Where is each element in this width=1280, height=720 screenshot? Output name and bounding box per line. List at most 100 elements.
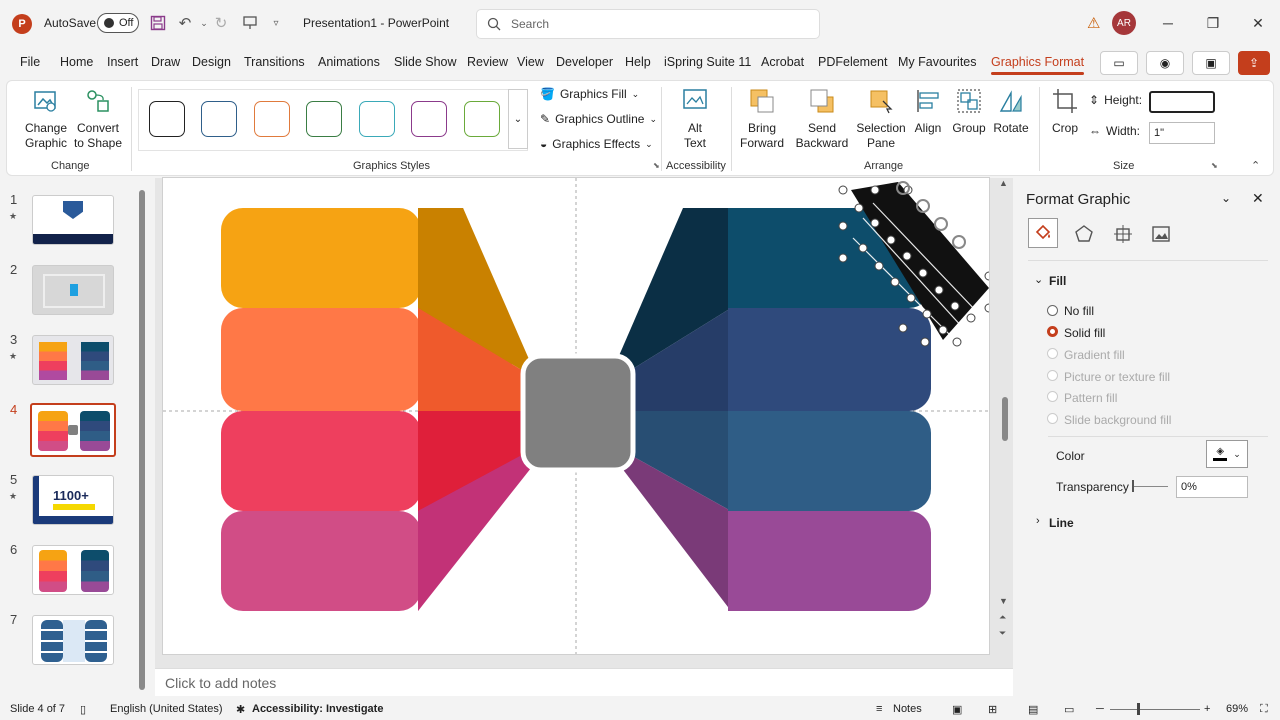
tab-slide-show[interactable]: Slide Show xyxy=(394,55,457,69)
spellcheck-icon[interactable]: ▯ xyxy=(80,703,86,716)
tab-animations[interactable]: Animations xyxy=(318,55,380,69)
slide-thumbnail-6[interactable] xyxy=(32,545,114,595)
canvas-scrollbar[interactable] xyxy=(1002,397,1008,441)
style-swatch[interactable] xyxy=(201,101,237,137)
tab-developer[interactable]: Developer xyxy=(556,55,613,69)
tab-insert[interactable]: Insert xyxy=(107,55,138,69)
style-swatch[interactable] xyxy=(254,101,290,137)
bring-forward-button[interactable]: Bring Forward xyxy=(735,87,789,151)
tab-draw[interactable]: Draw xyxy=(151,55,180,69)
collapse-ribbon-icon[interactable]: ⌃ xyxy=(1251,159,1260,172)
left-bar-3[interactable] xyxy=(221,411,421,511)
slide-thumbnail-2[interactable] xyxy=(32,265,114,315)
tab-design[interactable]: Design xyxy=(192,55,231,69)
reading-view-icon[interactable]: ▤ xyxy=(1028,703,1038,716)
selection-pane-button[interactable]: Selection Pane xyxy=(855,87,907,151)
center-square[interactable] xyxy=(520,353,636,473)
notes-pane[interactable]: Click to add notes xyxy=(155,668,1013,696)
restore-icon[interactable]: ❐ xyxy=(1201,13,1225,33)
slide-thumbnail-7[interactable] xyxy=(32,615,114,665)
record-button[interactable]: ◉ xyxy=(1146,51,1184,75)
present-teams-button[interactable]: ▣ xyxy=(1192,51,1230,75)
fit-to-window-icon[interactable]: ⛶ xyxy=(1260,703,1268,716)
transparency-input[interactable]: 0% xyxy=(1176,476,1248,498)
tab-graphics-format[interactable]: Graphics Format xyxy=(991,55,1085,75)
no-fill-label[interactable]: No fill xyxy=(1064,304,1094,318)
zoom-slider-thumb[interactable] xyxy=(1137,703,1140,715)
previous-slide-icon[interactable]: ⏶ xyxy=(999,612,1006,623)
tab-home[interactable]: Home xyxy=(60,55,93,69)
zoom-in-icon[interactable]: + xyxy=(1204,703,1210,715)
scroll-up-icon[interactable]: ▲ xyxy=(999,178,1008,188)
slide-thumbnail-5[interactable]: 1100+ xyxy=(32,475,114,525)
height-input[interactable] xyxy=(1149,91,1215,113)
tab-pdfelement[interactable]: PDFelement xyxy=(818,55,887,69)
minimize-icon[interactable]: ─ xyxy=(1156,13,1180,33)
left-bar-4[interactable] xyxy=(221,511,421,611)
scroll-down-icon[interactable]: ▼ xyxy=(999,596,1008,606)
redo-icon[interactable]: ↻ xyxy=(211,13,231,33)
zoom-out-icon[interactable]: ─ xyxy=(1096,703,1104,715)
group-button[interactable]: Group xyxy=(949,87,989,136)
tab-help[interactable]: Help xyxy=(625,55,651,69)
slide[interactable] xyxy=(163,178,994,654)
color-picker-button[interactable]: ◈ ⌄ xyxy=(1206,440,1248,468)
send-backward-button[interactable]: Send Backward xyxy=(791,87,853,151)
tab-file[interactable]: File xyxy=(20,55,40,69)
notes-button[interactable]: Notes xyxy=(893,703,922,715)
language-indicator[interactable]: English (United States) xyxy=(110,703,223,715)
share-button[interactable]: ⇪ xyxy=(1238,51,1270,75)
autosave-toggle[interactable]: Off xyxy=(97,13,139,33)
graphics-effects-button[interactable]: ◒ Graphics Effects ⌄ xyxy=(540,137,653,151)
slide-sorter-icon[interactable]: ⊞ xyxy=(988,703,997,716)
present-icon[interactable] xyxy=(240,13,260,33)
avatar[interactable]: AR xyxy=(1112,11,1136,35)
style-swatch[interactable] xyxy=(306,101,342,137)
search-input[interactable]: Search xyxy=(476,9,820,39)
comments-button[interactable]: ▭ xyxy=(1100,51,1138,75)
tab-my-favourites[interactable]: My Favourites xyxy=(898,55,977,69)
normal-view-icon[interactable]: ▣ xyxy=(952,703,962,716)
style-swatch[interactable] xyxy=(411,101,447,137)
style-swatch[interactable] xyxy=(149,101,185,137)
style-swatch[interactable] xyxy=(464,101,500,137)
tab-review[interactable]: Review xyxy=(467,55,508,69)
convert-to-shape-button[interactable]: Convert to Shape xyxy=(73,87,123,151)
customize-toolbar-icon[interactable]: ▿ xyxy=(266,13,286,33)
slide-thumbnail-1[interactable] xyxy=(32,195,114,245)
slide-thumbnail-3[interactable] xyxy=(32,335,114,385)
rotate-button[interactable]: Rotate xyxy=(991,87,1031,136)
solid-fill-label[interactable]: Solid fill xyxy=(1064,326,1105,340)
size-properties-tab[interactable] xyxy=(1111,222,1135,246)
accessibility-status[interactable]: Accessibility: Investigate xyxy=(252,703,383,715)
transparency-slider[interactable] xyxy=(1132,486,1168,487)
fill-section-chevron-icon[interactable]: ⌄ xyxy=(1034,273,1043,286)
change-graphic-button[interactable]: Change Graphic xyxy=(21,87,71,151)
thumbnails-scrollbar[interactable] xyxy=(139,190,145,690)
width-input[interactable]: 1" xyxy=(1149,122,1215,144)
left-bar-2[interactable] xyxy=(221,308,421,411)
radio-no-fill[interactable] xyxy=(1047,305,1058,316)
tab-transitions[interactable]: Transitions xyxy=(244,55,305,69)
tab-acrobat[interactable]: Acrobat xyxy=(761,55,804,69)
alt-text-button[interactable]: Alt Text xyxy=(675,87,715,151)
effects-tab[interactable] xyxy=(1072,222,1096,246)
left-bar-1[interactable] xyxy=(221,208,421,308)
tab-view[interactable]: View xyxy=(517,55,544,69)
pane-close-icon[interactable]: ✕ xyxy=(1252,190,1264,207)
gallery-more-button[interactable]: ⌄ xyxy=(508,89,528,149)
dialog-launcher-icon[interactable]: ⬊ xyxy=(1211,161,1218,170)
pane-options-chevron-icon[interactable]: ⌄ xyxy=(1221,191,1231,205)
save-icon[interactable] xyxy=(148,13,168,33)
fill-line-tab[interactable] xyxy=(1028,218,1058,248)
warning-icon[interactable]: ⚠ xyxy=(1087,14,1100,32)
slide-thumbnail-4[interactable] xyxy=(30,403,116,457)
next-slide-icon[interactable]: ⏷ xyxy=(999,628,1006,639)
graphics-fill-button[interactable]: 🪣 Graphics Fill ⌄ xyxy=(540,87,639,101)
line-section-chevron-icon[interactable]: › xyxy=(1036,515,1040,527)
radio-solid-fill[interactable] xyxy=(1047,326,1058,337)
line-section-header[interactable]: Line xyxy=(1049,516,1074,530)
graphics-outline-button[interactable]: ✎ Graphics Outline ⌄ xyxy=(540,112,657,126)
fill-section-header[interactable]: Fill xyxy=(1049,274,1066,288)
crop-button[interactable]: Crop xyxy=(1047,87,1083,136)
